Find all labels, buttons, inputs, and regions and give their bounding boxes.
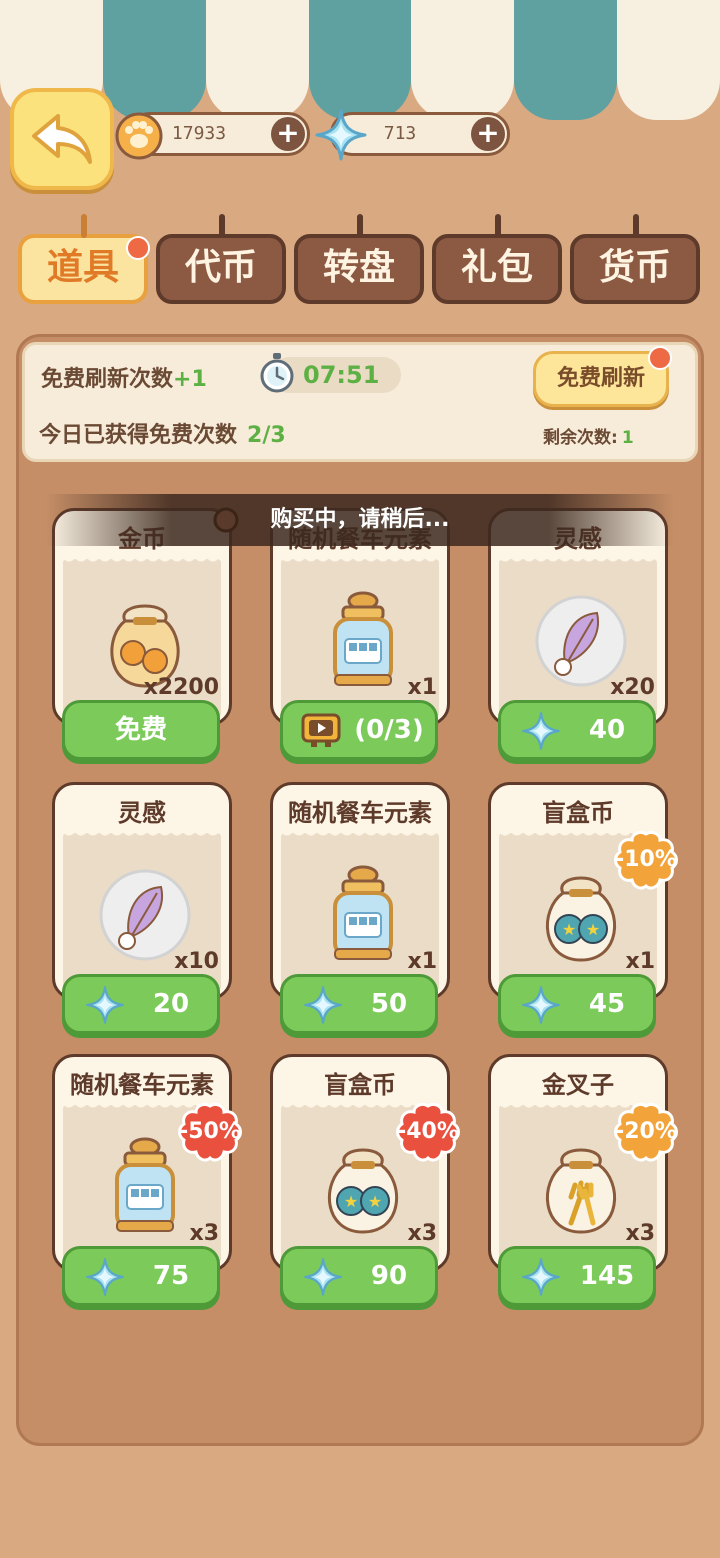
tab-label: 转盘 [322, 247, 395, 288]
item-name: 盲盒币 [542, 799, 614, 827]
tab-label: 货币 [598, 247, 671, 288]
svg-text:★: ★ [368, 1192, 382, 1211]
tab-wheel[interactable]: 转盘 [294, 214, 424, 304]
item-quantity: x20 [610, 675, 655, 700]
free-refresh-count-label: 免费刷新次数+1 [41, 367, 207, 392]
shop-item-card[interactable]: 随机餐车元素 x3 -50% 75 [52, 1054, 242, 1306]
item-frame: 盲盒币 ★ ★ x3 [270, 1054, 450, 1272]
item-quantity: x10 [174, 949, 219, 974]
buy-button[interactable]: 50 [280, 974, 438, 1034]
refresh-info-bar: 免费刷新次数+1 07:51 今日已获得免费次数 2/3 免费刷新 剩余次数: 1 [22, 342, 698, 462]
svg-text:★: ★ [344, 1192, 358, 1211]
remaining-count: 剩余次数: 1 [543, 428, 634, 448]
item-quantity: x2200 [143, 675, 219, 700]
tab-label: 道具 [46, 247, 119, 288]
today-free-count: 今日已获得免费次数 2/3 [39, 423, 286, 448]
tab-tokens[interactable]: 代币 [156, 214, 286, 304]
discount-badge: -10% [614, 830, 678, 890]
shop-item-card[interactable]: 灵感 x10 20 [52, 782, 232, 1034]
item-name: 盲盒币 [324, 1071, 396, 1099]
food-truck-jar-icon [313, 591, 413, 691]
gem-icon [86, 986, 124, 1024]
item-frame: 金叉子 x3 [488, 1054, 668, 1272]
discount-badge: -40% [396, 1102, 460, 1162]
timer-value: 07:51 [303, 361, 380, 389]
item-name: 灵感 [118, 799, 166, 827]
discount-badge: -50% [178, 1102, 242, 1162]
buy-button[interactable]: 45 [498, 974, 656, 1034]
item-frame: 灵感 x10 [52, 782, 232, 1000]
add-paw-coin-button[interactable]: + [271, 117, 305, 151]
item-frame: 随机餐车元素 x3 [52, 1054, 232, 1272]
shop-item-card[interactable]: 盲盒币 ★ ★ x3 -40% 90 [270, 1054, 460, 1306]
back-button[interactable] [10, 88, 114, 190]
gem-icon [86, 1258, 124, 1296]
tab-gift-packs[interactable]: 礼包 [432, 214, 562, 304]
item-quantity: x3 [407, 1221, 438, 1246]
item-quantity: x1 [625, 949, 656, 974]
gem-icon [304, 986, 342, 1024]
item-quantity: x3 [625, 1221, 656, 1246]
purchasing-toast: 购买中，请稍后... [46, 494, 674, 546]
buy-button[interactable]: 145 [498, 1246, 656, 1306]
item-quantity: x1 [407, 675, 438, 700]
gem-icon [522, 1258, 560, 1296]
toast-text: 购买中，请稍后... [270, 507, 450, 532]
notification-dot [648, 346, 672, 370]
item-name: 金叉子 [542, 1071, 614, 1099]
tab-items[interactable]: 道具 [18, 214, 150, 304]
item-quantity: x3 [189, 1221, 220, 1246]
add-gem-button[interactable]: + [471, 117, 505, 151]
video-ad-icon [301, 713, 341, 747]
paw-coin-icon [115, 112, 163, 160]
shop-item-card[interactable]: 随机餐车元素 x1 50 [270, 782, 450, 1034]
loading-spinner-icon [213, 507, 239, 533]
food-truck-jar-icon [313, 865, 413, 965]
stopwatch-icon [260, 353, 294, 393]
item-name: 随机餐车元素 [70, 1071, 214, 1099]
shop-tabs: 道具 代币 转盘 礼包 货币 [16, 212, 706, 308]
notification-dot [126, 236, 150, 260]
shop-item-card[interactable]: 盲盒币 ★ ★ x1 -10% 45 [488, 782, 678, 1034]
svg-text:★: ★ [562, 920, 576, 939]
buy-button[interactable]: 免费 [62, 700, 220, 760]
buy-button[interactable]: 90 [280, 1246, 438, 1306]
free-refresh-button[interactable]: 免费刷新 [533, 346, 672, 407]
buy-button[interactable]: 40 [498, 700, 656, 760]
svg-text:★: ★ [586, 920, 600, 939]
item-frame: 随机餐车元素 x1 [270, 782, 450, 1000]
tab-label: 礼包 [460, 247, 533, 288]
buy-button[interactable]: 75 [62, 1246, 220, 1306]
discount-badge: -20% [614, 1102, 678, 1162]
back-arrow-icon [32, 114, 92, 164]
tab-label: 代币 [184, 247, 257, 288]
item-frame: 盲盒币 ★ ★ x1 [488, 782, 668, 1000]
gem-icon [315, 109, 367, 161]
buy-button[interactable]: 20 [62, 974, 220, 1034]
item-name: 随机餐车元素 [288, 799, 432, 827]
gem-icon [522, 986, 560, 1024]
refresh-timer: 07:51 [260, 353, 401, 393]
tab-currency[interactable]: 货币 [570, 214, 700, 304]
gem-icon [304, 1258, 342, 1296]
shop-item-card[interactable]: 金叉子 x3 -20% 145 [488, 1054, 678, 1306]
item-quantity: x1 [407, 949, 438, 974]
buy-button[interactable]: (0/3) [280, 700, 438, 760]
gem-icon [522, 712, 560, 750]
